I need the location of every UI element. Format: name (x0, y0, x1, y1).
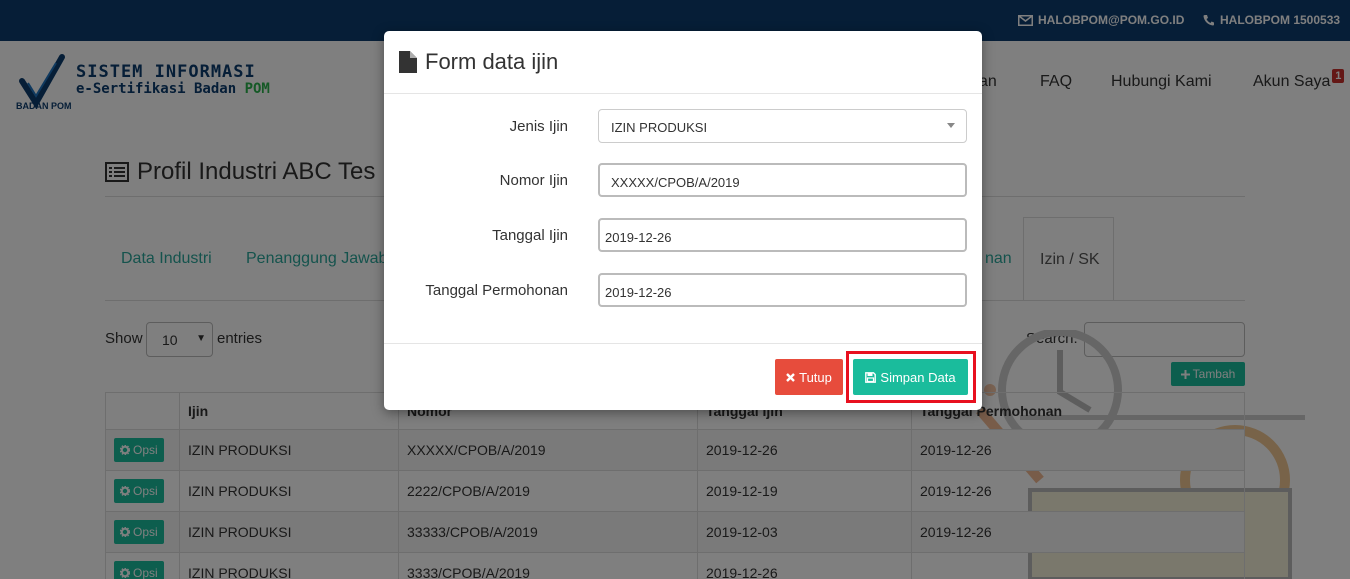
label-tanggal-ijin: Tanggal Ijin (492, 227, 568, 244)
tanggal-ijin-input[interactable]: 2019-12-26 (598, 218, 967, 252)
close-button-label: Tutup (799, 369, 832, 385)
jenis-ijin-value: IZIN PRODUKSI (611, 120, 708, 135)
label-tanggal-permohonan: Tanggal Permohonan (425, 282, 568, 299)
tanggal-permohonan-input[interactable]: 2019-12-26 (598, 273, 967, 307)
file-icon (399, 51, 417, 73)
modal-title: Form data ijin (425, 49, 559, 74)
label-jenis-ijin: Jenis Ijin (509, 118, 568, 135)
nomor-ijin-input[interactable]: XXXXX/CPOB/A/2019 (598, 163, 967, 197)
save-button-label: Simpan Data (880, 369, 956, 385)
label-nomor-ijin: Nomor Ijin (499, 172, 568, 189)
modal-header: Form data ijin (384, 31, 982, 94)
jenis-ijin-select[interactable]: IZIN PRODUKSI (598, 109, 967, 143)
save-icon (865, 371, 877, 383)
modal-footer-divider (384, 343, 982, 344)
caret-down-icon (947, 123, 955, 128)
save-button[interactable]: Simpan Data (853, 359, 968, 395)
close-icon (786, 372, 795, 382)
close-button[interactable]: Tutup (775, 359, 843, 395)
form-ijin-modal: Form data ijin Jenis Ijin IZIN PRODUKSI … (384, 31, 982, 410)
